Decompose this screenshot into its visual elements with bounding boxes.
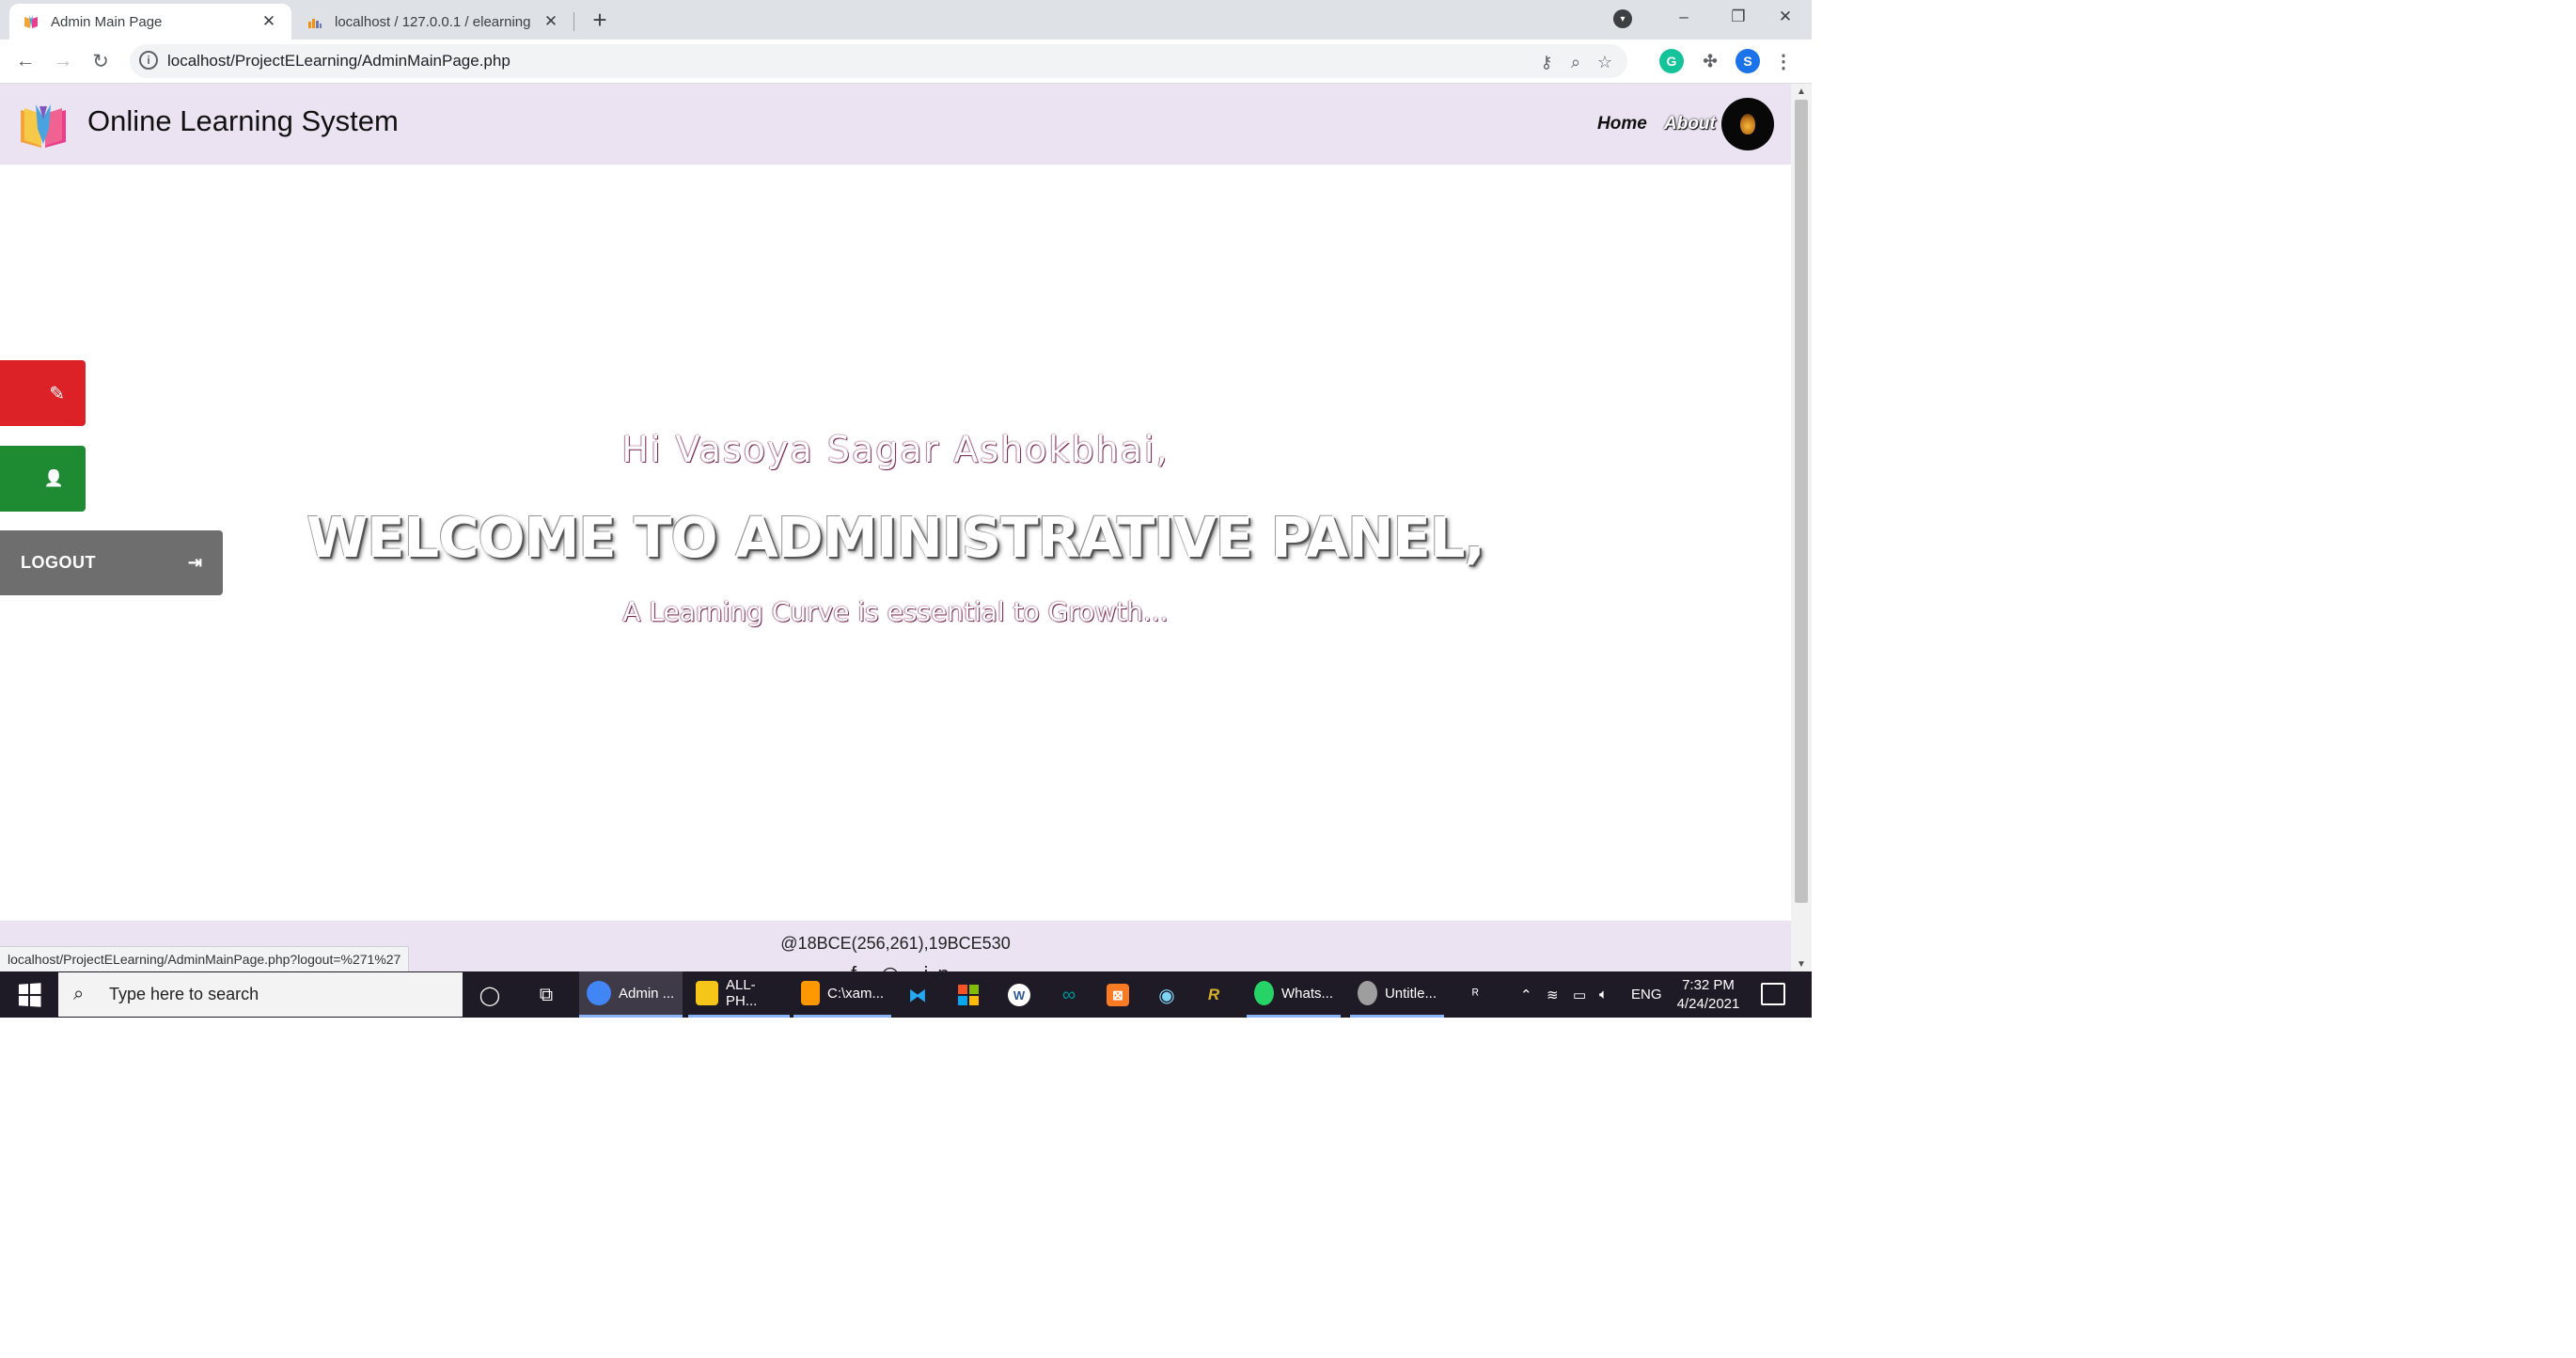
status-bar-url: localhost/ProjectELearning/AdminMainPage… — [0, 946, 410, 971]
back-arrow-icon[interactable]: ← — [11, 47, 39, 75]
key-icon[interactable]: ⚷ — [1536, 52, 1557, 72]
restore-button[interactable]: ❐ — [1712, 0, 1765, 34]
cortana-icon[interactable]: ◯ — [474, 979, 506, 1011]
tab-close-icon[interactable]: ✕ — [542, 12, 560, 31]
notification-center-icon[interactable] — [1761, 983, 1785, 1005]
browser-globe-icon[interactable]: ◉ — [1151, 979, 1183, 1011]
windows-taskbar: ⌕ Type here to search ◯ ⧉ Admin ... ALL-… — [0, 971, 1812, 1018]
phpmyadmin-favicon-icon — [306, 13, 323, 30]
taskbar-search-placeholder: Type here to search — [109, 985, 259, 1003]
grammarly-icon[interactable]: G — [1659, 49, 1684, 73]
user-avatar[interactable] — [1721, 98, 1774, 150]
battery-icon[interactable]: ▭ — [1573, 971, 1586, 1018]
taskbar-app-whatsapp[interactable]: Whats... — [1247, 971, 1341, 1018]
extensions-puzzle-icon[interactable]: ✣ — [1698, 49, 1722, 73]
edit-button[interactable]: ✎ — [0, 360, 86, 426]
greeting-text: Hi Vasoya Sagar Ashokbhai, — [621, 429, 1170, 470]
menu-kebab-icon[interactable]: ⋮ — [1771, 49, 1796, 73]
page-viewport: Online Learning System Home About ✎ 👤 LO… — [0, 84, 1791, 971]
language-indicator[interactable]: ENG — [1631, 971, 1662, 1018]
taskbar-app-label: ALL-PH... — [725, 977, 758, 1009]
scroll-up-arrow-icon[interactable]: ▲ — [1791, 84, 1812, 99]
arduino-icon[interactable]: ∞ — [1053, 979, 1085, 1011]
xampp-icon[interactable]: ⊠ — [1102, 979, 1134, 1011]
forward-arrow-icon[interactable]: → — [49, 47, 77, 75]
site-info-icon[interactable]: i — [139, 51, 158, 70]
taskbar-app-label: C:\xam... — [826, 985, 884, 1002]
scrollbar-thumb[interactable] — [1795, 100, 1808, 903]
taskbar-app-chrome[interactable]: Admin ... — [579, 971, 683, 1018]
browser-tab-strip: Admin Main Page ✕ localhost / 127.0.0.1 … — [0, 0, 1812, 39]
screen: Admin Main Page ✕ localhost / 127.0.0.1 … — [0, 0, 1812, 1018]
brand-name[interactable]: Online Learning System — [87, 104, 399, 138]
taskbar-search-box[interactable]: ⌕ Type here to search — [58, 972, 463, 1017]
taskbar-app-label: Untitle... — [1384, 985, 1437, 1002]
address-bar[interactable]: i localhost/ProjectELearning/AdminMainPa… — [130, 44, 1627, 78]
taskbar-app-paint[interactable]: Untitle... — [1350, 971, 1444, 1018]
vscode-icon[interactable]: ⧓ — [902, 979, 934, 1011]
clock-time: 7:32 PM — [1682, 977, 1735, 993]
taskbar-clock[interactable]: 7:32 PM 4/24/2021 — [1666, 976, 1751, 1014]
site-header: Online Learning System Home About — [0, 84, 1791, 165]
profile-avatar[interactable]: S — [1736, 49, 1760, 73]
sublime-icon — [801, 981, 820, 1005]
minimize-button[interactable]: – — [1657, 0, 1710, 34]
ms-office-icon[interactable] — [952, 979, 984, 1011]
windows-logo-icon — [18, 982, 41, 1007]
book-logo-icon[interactable] — [17, 101, 70, 150]
taskbar-app-label: Whats... — [1280, 985, 1333, 1002]
wifi-icon[interactable]: ≋ — [1547, 971, 1559, 1018]
tab-title: localhost / 127.0.0.1 / elearning — [335, 13, 531, 30]
tab-phpmyadmin[interactable]: localhost / 127.0.0.1 / elearning ✕ — [293, 4, 573, 39]
paint-icon — [1358, 981, 1377, 1005]
welcome-headline: WELCOME TO ADMINISTRATIVE PANEL, — [306, 505, 1485, 570]
footer-social-icons[interactable]: f ◎ in — [851, 962, 959, 971]
nav-home-link[interactable]: Home — [1597, 114, 1647, 134]
tray-chevron-icon[interactable]: ⌃ — [1520, 971, 1532, 1018]
user-icon: 👤 — [43, 469, 64, 487]
book-favicon-icon — [23, 13, 39, 30]
search-icon: ⌕ — [73, 984, 85, 1004]
tab-divider — [573, 12, 574, 31]
tab-close-icon[interactable]: ✕ — [259, 12, 278, 31]
bookmark-star-icon[interactable]: ☆ — [1594, 52, 1615, 72]
volume-icon[interactable]: 🔈︎ — [1599, 971, 1608, 1018]
taskbar-app-sublime[interactable]: C:\xam... — [793, 971, 891, 1018]
folder-icon — [696, 981, 718, 1005]
browser-toolbar: ← → ↻ i localhost/ProjectELearning/Admin… — [0, 39, 1812, 84]
new-tab-button[interactable]: + — [585, 6, 615, 34]
scroll-down-arrow-icon[interactable]: ▼ — [1791, 956, 1812, 971]
tab-title: Admin Main Page — [51, 13, 163, 30]
people-icon[interactable]: ᴿ — [1472, 971, 1479, 1018]
tab-search-icon[interactable]: ▾ — [1613, 9, 1632, 28]
nav-about-link[interactable]: About — [1664, 114, 1716, 134]
word-circle-icon[interactable]: W — [1003, 979, 1035, 1011]
avatar-image — [1740, 114, 1755, 134]
chrome-icon — [587, 981, 611, 1005]
tab-admin-main-page[interactable]: Admin Main Page ✕ — [9, 4, 291, 39]
rstudio-icon[interactable]: R — [1198, 979, 1230, 1011]
close-window-button[interactable]: ✕ — [1759, 0, 1812, 34]
taskbar-app-label: Admin ... — [619, 985, 675, 1002]
zoom-icon[interactable]: ⌕ — [1565, 52, 1586, 72]
reload-icon[interactable]: ↻ — [86, 47, 115, 75]
start-button[interactable] — [0, 971, 58, 1018]
address-url[interactable]: localhost/ProjectELearning/AdminMainPage… — [167, 52, 510, 71]
task-view-icon[interactable]: ⧉ — [530, 979, 562, 1011]
whatsapp-icon — [1254, 981, 1274, 1005]
page-scrollbar[interactable]: ▲ ▼ — [1791, 84, 1812, 971]
pencil-icon: ✎ — [49, 383, 65, 404]
taskbar-app-explorer[interactable]: ALL-PH... — [688, 971, 790, 1018]
tagline-text: A Learning Curve is essential to Growth.… — [622, 596, 1169, 627]
clock-date: 4/24/2021 — [1676, 996, 1740, 1012]
